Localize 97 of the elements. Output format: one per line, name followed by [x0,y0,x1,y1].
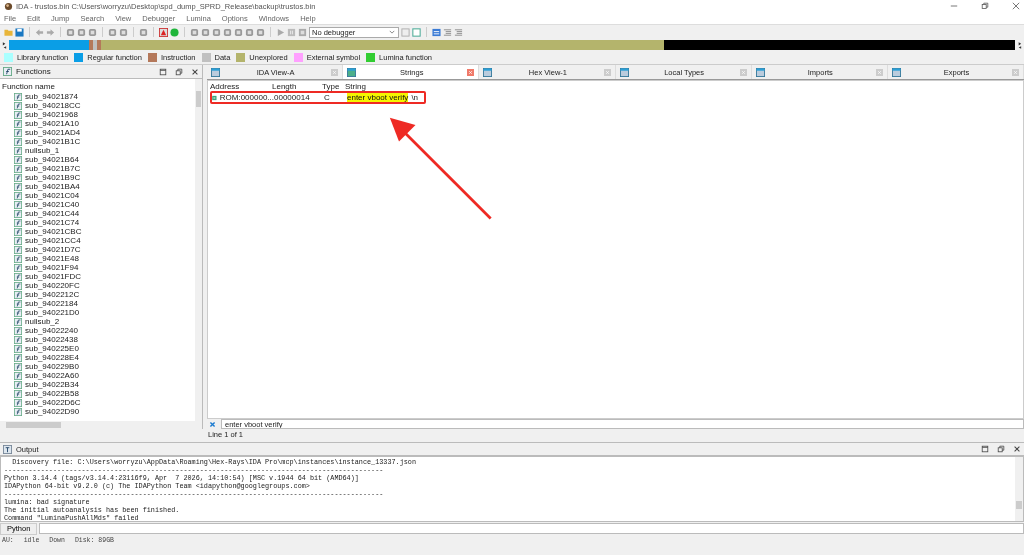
column-header[interactable]: Length [272,82,322,91]
maximize-icon[interactable] [159,67,167,76]
function-item[interactable]: sub_94022B34 [2,380,195,389]
output-icon [3,444,12,454]
function-item[interactable]: sub_94021B1C [2,137,195,146]
toolbar-icon[interactable] [234,27,243,37]
app-icon [4,1,13,11]
play-icon[interactable] [276,27,285,37]
table-cell-text: 00000014 [274,93,311,102]
panel-title: Functions [16,67,51,76]
table-cell-text: C [324,93,331,102]
close-icon[interactable] [1013,445,1021,453]
tab-icon [347,67,357,77]
function-item[interactable]: sub_94021C44 [2,209,195,218]
function-item[interactable]: sub_94021B9C [2,173,195,182]
function-item[interactable]: sub_94021968 [2,110,195,119]
maximize-icon[interactable] [981,445,989,453]
circle-icon[interactable] [170,27,179,37]
toolbar-icon[interactable] [88,27,97,37]
function-item[interactable]: nullsub_2 [2,317,195,326]
tab-icon [619,67,629,77]
function-item[interactable]: sub_94021B7C [2,164,195,173]
function-item[interactable]: sub_94022A60 [2,371,195,380]
function-item[interactable]: sub_94021BA4 [2,182,195,191]
table-cell-text: enter vboot verify \n [347,93,420,102]
restore-icon[interactable] [981,2,989,10]
save-icon[interactable] [15,27,24,37]
function-item[interactable]: sub_940225E0 [2,344,195,353]
toolbar-icon[interactable] [139,27,148,37]
column-header[interactable]: Type [322,82,345,91]
forward-arrow-icon[interactable] [46,27,55,37]
table-cell: ROM:000000... [219,93,274,102]
function-item[interactable]: sub_94021874 [2,92,195,101]
toolbar-icon[interactable] [212,27,221,37]
function-item[interactable]: sub_94022184 [2,299,195,308]
function-item[interactable]: sub_94021E48 [2,254,195,263]
string-icon [212,93,217,102]
function-item[interactable]: sub_940229B0 [2,362,195,371]
list-icon[interactable] [432,27,441,37]
tab-icon [211,67,220,77]
toolbar-icon[interactable] [245,27,254,37]
column-header[interactable]: Function name [2,81,195,92]
function-item[interactable]: sub_94021C40 [2,200,195,209]
horizontal-scrollbar[interactable] [0,421,202,429]
function-item[interactable]: sub_94022D6C [2,398,195,407]
function-item[interactable]: sub_940220FC [2,281,195,290]
function-item[interactable]: sub_94021C74 [2,218,195,227]
triangle-icon[interactable] [159,27,168,37]
function-item[interactable]: sub_94021AD4 [2,128,195,137]
tab-icon [483,67,493,77]
close-icon[interactable] [209,420,216,428]
function-item[interactable]: sub_94021CC4 [2,236,195,245]
back-arrow-icon[interactable] [35,27,44,37]
function-item[interactable]: sub_94022240 [2,326,195,335]
toolbar-icon[interactable] [66,27,75,37]
tab-icon [891,67,901,77]
command-field[interactable] [39,523,1024,534]
function-item[interactable]: sub_940218CC [2,101,195,110]
function-item[interactable]: sub_94022D90 [2,407,195,416]
restore-icon[interactable] [997,445,1005,453]
function-item[interactable]: sub_9402212C [2,290,195,299]
minimize-icon[interactable] [950,2,958,10]
caret-icon [389,30,395,34]
toolbar-icon[interactable] [190,27,199,37]
scroll-arrows-icon[interactable] [1017,40,1022,50]
pause-icon[interactable] [287,27,296,37]
function-item[interactable]: sub_94021A10 [2,119,195,128]
toolbar-icon[interactable] [256,27,265,37]
vertical-scrollbar[interactable] [1015,457,1023,521]
function-item[interactable]: sub_94022B58 [2,389,195,398]
function-item[interactable]: sub_94021FDC [2,272,195,281]
function-item[interactable]: sub_94021C04 [2,191,195,200]
list-icon[interactable] [454,27,463,37]
toolbar-icon[interactable] [223,27,232,37]
toolbar-icon[interactable] [201,27,210,37]
column-header[interactable]: String [345,82,435,91]
column-header[interactable]: Address [210,82,272,91]
navigation-band[interactable] [9,40,1015,50]
function-item[interactable]: sub_940221D0 [2,308,195,317]
function-item[interactable]: sub_94021D7C [2,245,195,254]
close-icon[interactable] [191,67,199,76]
vertical-scrollbar[interactable] [195,79,202,421]
function-item[interactable]: sub_940228E4 [2,353,195,362]
restore-icon[interactable] [175,67,183,76]
list-icon[interactable] [443,27,452,37]
function-item[interactable]: sub_94021CBC [2,227,195,236]
close-icon[interactable] [1012,2,1020,10]
scroll-arrows-icon[interactable] [2,40,7,50]
function-item[interactable]: sub_94021B64 [2,155,195,164]
tab-icon [755,67,765,77]
function-item[interactable]: sub_94022438 [2,335,195,344]
toolbar-icon[interactable] [77,27,86,37]
stop-icon[interactable] [298,27,307,37]
toolbar-icon[interactable] [108,27,117,37]
function-item[interactable]: sub_94021F94 [2,263,195,272]
function-item[interactable]: nullsub_1 [2,146,195,155]
toolbar-icon[interactable] [119,27,128,37]
